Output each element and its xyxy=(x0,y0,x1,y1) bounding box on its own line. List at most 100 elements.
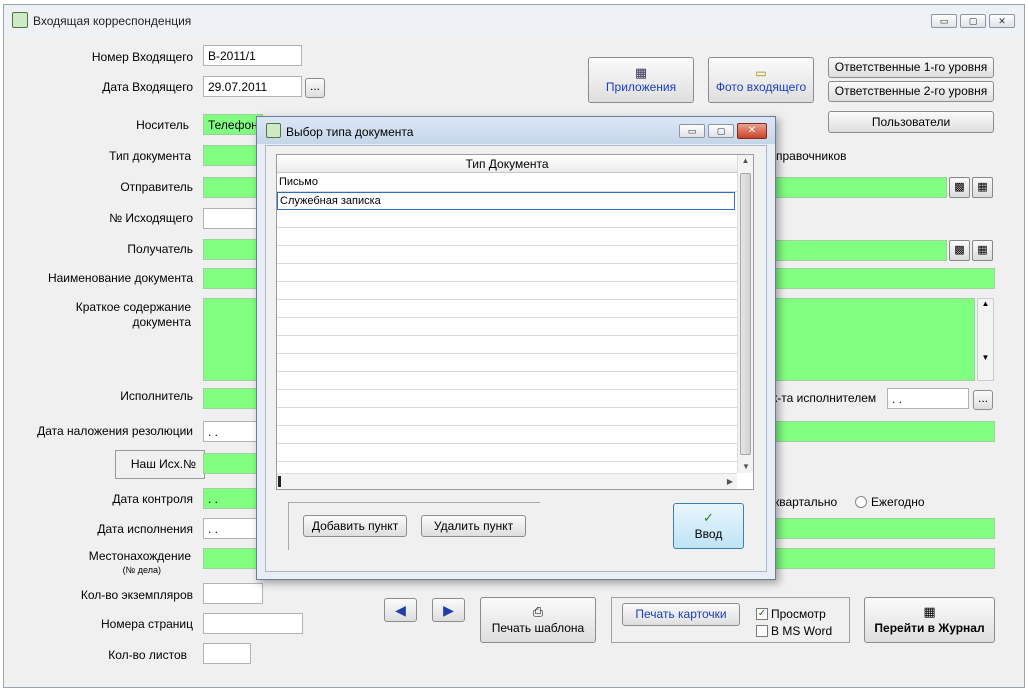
otpravitel-field-right[interactable] xyxy=(770,177,947,198)
nomer-field[interactable]: В-2011/1 xyxy=(203,45,302,66)
data-isp-field-right[interactable] xyxy=(770,518,995,539)
grid-row[interactable] xyxy=(277,336,737,354)
mesto-field-right[interactable] xyxy=(770,548,995,569)
grid-row[interactable] xyxy=(277,390,737,408)
label-kratkoe-2: документа xyxy=(132,315,191,329)
grid-row[interactable] xyxy=(277,210,737,228)
table-icon[interactable]: ▦ xyxy=(972,177,993,198)
window-title: Входящая корреспонденция xyxy=(33,14,192,28)
card-icon[interactable]: ▩ xyxy=(949,240,970,261)
mesto-field[interactable] xyxy=(203,548,263,569)
grid-row[interactable]: Письмо xyxy=(277,174,737,192)
pechat-shablona-label: Печать шаблона xyxy=(491,621,585,635)
label-nomer: Номер Входящего xyxy=(91,50,193,64)
otpravitel-field[interactable] xyxy=(203,177,263,198)
label-spravochnikov: правочников xyxy=(776,149,847,163)
kratkoe-field[interactable] xyxy=(203,298,263,381)
grid-row[interactable] xyxy=(277,318,737,336)
label-tip: Тип документа xyxy=(109,149,191,163)
label-otpravitel: Отправитель xyxy=(120,180,193,194)
grid-horizontal-scrollbar[interactable]: ▶ xyxy=(277,473,737,489)
add-item-button[interactable]: Добавить пункт xyxy=(303,515,407,537)
grid-row[interactable] xyxy=(277,354,737,372)
label-nomera-str: Номера страниц xyxy=(101,617,193,631)
prosmotr-label: Просмотр xyxy=(771,607,826,621)
ispolnitelem-date-field[interactable]: . . xyxy=(887,388,969,409)
grid-row[interactable] xyxy=(277,444,737,462)
polzovateli-button[interactable]: Пользователи xyxy=(828,111,994,133)
table-icon[interactable]: ▦ xyxy=(972,240,993,261)
data-picker-button[interactable]: ... xyxy=(305,78,325,98)
close-button[interactable]: ✕ xyxy=(989,14,1015,28)
label-nash-ish: Наш Исх.№ xyxy=(130,457,196,471)
grid-row[interactable]: Служебная записка xyxy=(277,192,735,210)
label-ispolnitelem: к-та исполнителем xyxy=(772,391,877,405)
kol-ekz-field[interactable] xyxy=(203,583,263,604)
poluchatel-field[interactable] xyxy=(203,239,263,260)
data-isp-field[interactable]: . . xyxy=(203,518,263,539)
data-rez-field[interactable]: . . xyxy=(203,421,263,442)
label-nositel: Носитель xyxy=(136,118,189,132)
dialog-title: Выбор типа документа xyxy=(286,125,414,139)
pechat-shablona-button[interactable]: ⎙ Печать шаблона xyxy=(480,597,596,643)
ms-word-checkbox[interactable] xyxy=(756,625,768,637)
dialog-close-button[interactable]: ✕ xyxy=(737,123,767,139)
grid-row[interactable] xyxy=(277,264,737,282)
label-ezhegodno: Ежегодно xyxy=(871,495,925,509)
scroll-thumb[interactable] xyxy=(740,173,751,455)
ispolnitelem-picker-button[interactable]: ... xyxy=(973,390,993,410)
nash-ish-field[interactable] xyxy=(203,453,263,474)
dialog-icon xyxy=(266,123,281,138)
scroll-up-icon[interactable]: ▲ xyxy=(738,155,753,167)
otv1-button[interactable]: Ответственные 1-го уровня xyxy=(828,57,994,78)
prilozheniya-button[interactable]: ▦ Приложения xyxy=(588,57,694,103)
perejti-button[interactable]: ▦ Перейти в Журнал xyxy=(864,597,995,643)
scroll-left-marker[interactable] xyxy=(278,476,281,487)
nomer-ish-field[interactable] xyxy=(203,208,263,229)
nositel-field[interactable]: Телефон xyxy=(203,114,263,135)
nomera-str-field[interactable] xyxy=(203,613,303,634)
grid-vertical-scrollbar[interactable]: ▲ ▼ xyxy=(737,155,753,473)
foto-button[interactable]: ▭ Фото входящего xyxy=(708,57,814,103)
dialog-maximize-button[interactable]: ▢ xyxy=(708,124,734,138)
maximize-button[interactable]: ▢ xyxy=(960,14,986,28)
dialog-minimize-button[interactable]: ▭ xyxy=(679,124,705,138)
label-data-isp: Дата исполнения xyxy=(97,522,193,536)
data-rez-field-right[interactable] xyxy=(770,421,995,442)
grid-row[interactable] xyxy=(277,246,737,264)
label-kol-list: Кол-во листов xyxy=(108,648,187,662)
radio-ezhegodno[interactable] xyxy=(855,496,867,508)
poluchatel-field-right[interactable] xyxy=(770,240,947,261)
minimize-button[interactable]: ▭ xyxy=(931,14,957,28)
kol-list-field[interactable] xyxy=(203,643,251,664)
scroll-right-icon[interactable]: ▶ xyxy=(727,474,733,489)
prev-arrow-button[interactable]: ◀ xyxy=(384,598,417,622)
pechat-kartochki-button[interactable]: Печать карточки xyxy=(622,603,740,626)
enter-button[interactable]: ✓ Ввод xyxy=(673,503,744,549)
grid-row[interactable] xyxy=(277,282,737,300)
grid-row[interactable] xyxy=(277,300,737,318)
grid-row[interactable] xyxy=(277,426,737,444)
data-kontrol-field[interactable]: . . xyxy=(203,488,263,509)
label-kol-ekz: Кол-во экземпляров xyxy=(80,588,193,602)
label-data-kontrol: Дата контроля xyxy=(112,492,193,506)
grid-row[interactable] xyxy=(277,372,737,390)
tip-field[interactable] xyxy=(203,145,263,166)
next-arrow-button[interactable]: ▶ xyxy=(432,598,465,622)
ispolnitel-field[interactable] xyxy=(203,388,263,409)
data-field[interactable]: 29.07.2011 xyxy=(203,76,302,97)
grid-column-header[interactable]: Тип Документа xyxy=(277,155,737,173)
naimenovanie-field-right[interactable] xyxy=(770,268,995,289)
otv2-button[interactable]: Ответственные 2-го уровня xyxy=(828,81,994,102)
remove-item-button[interactable]: Удалить пункт xyxy=(421,515,526,537)
app-icon xyxy=(12,12,28,28)
grid-row[interactable] xyxy=(277,408,737,426)
naimenovanie-field[interactable] xyxy=(203,268,263,289)
grid-row[interactable] xyxy=(277,228,737,246)
scroll-down-icon[interactable]: ▼ xyxy=(738,462,754,471)
label-mesto-sub: (№ дела) xyxy=(122,565,161,575)
kratkoe-field-right[interactable] xyxy=(770,298,975,381)
prosmotr-checkbox[interactable]: ✓ xyxy=(756,608,768,620)
card-icon[interactable]: ▩ xyxy=(949,177,970,198)
kratkoe-scrollbar[interactable]: ▲ ▼ xyxy=(977,298,994,381)
